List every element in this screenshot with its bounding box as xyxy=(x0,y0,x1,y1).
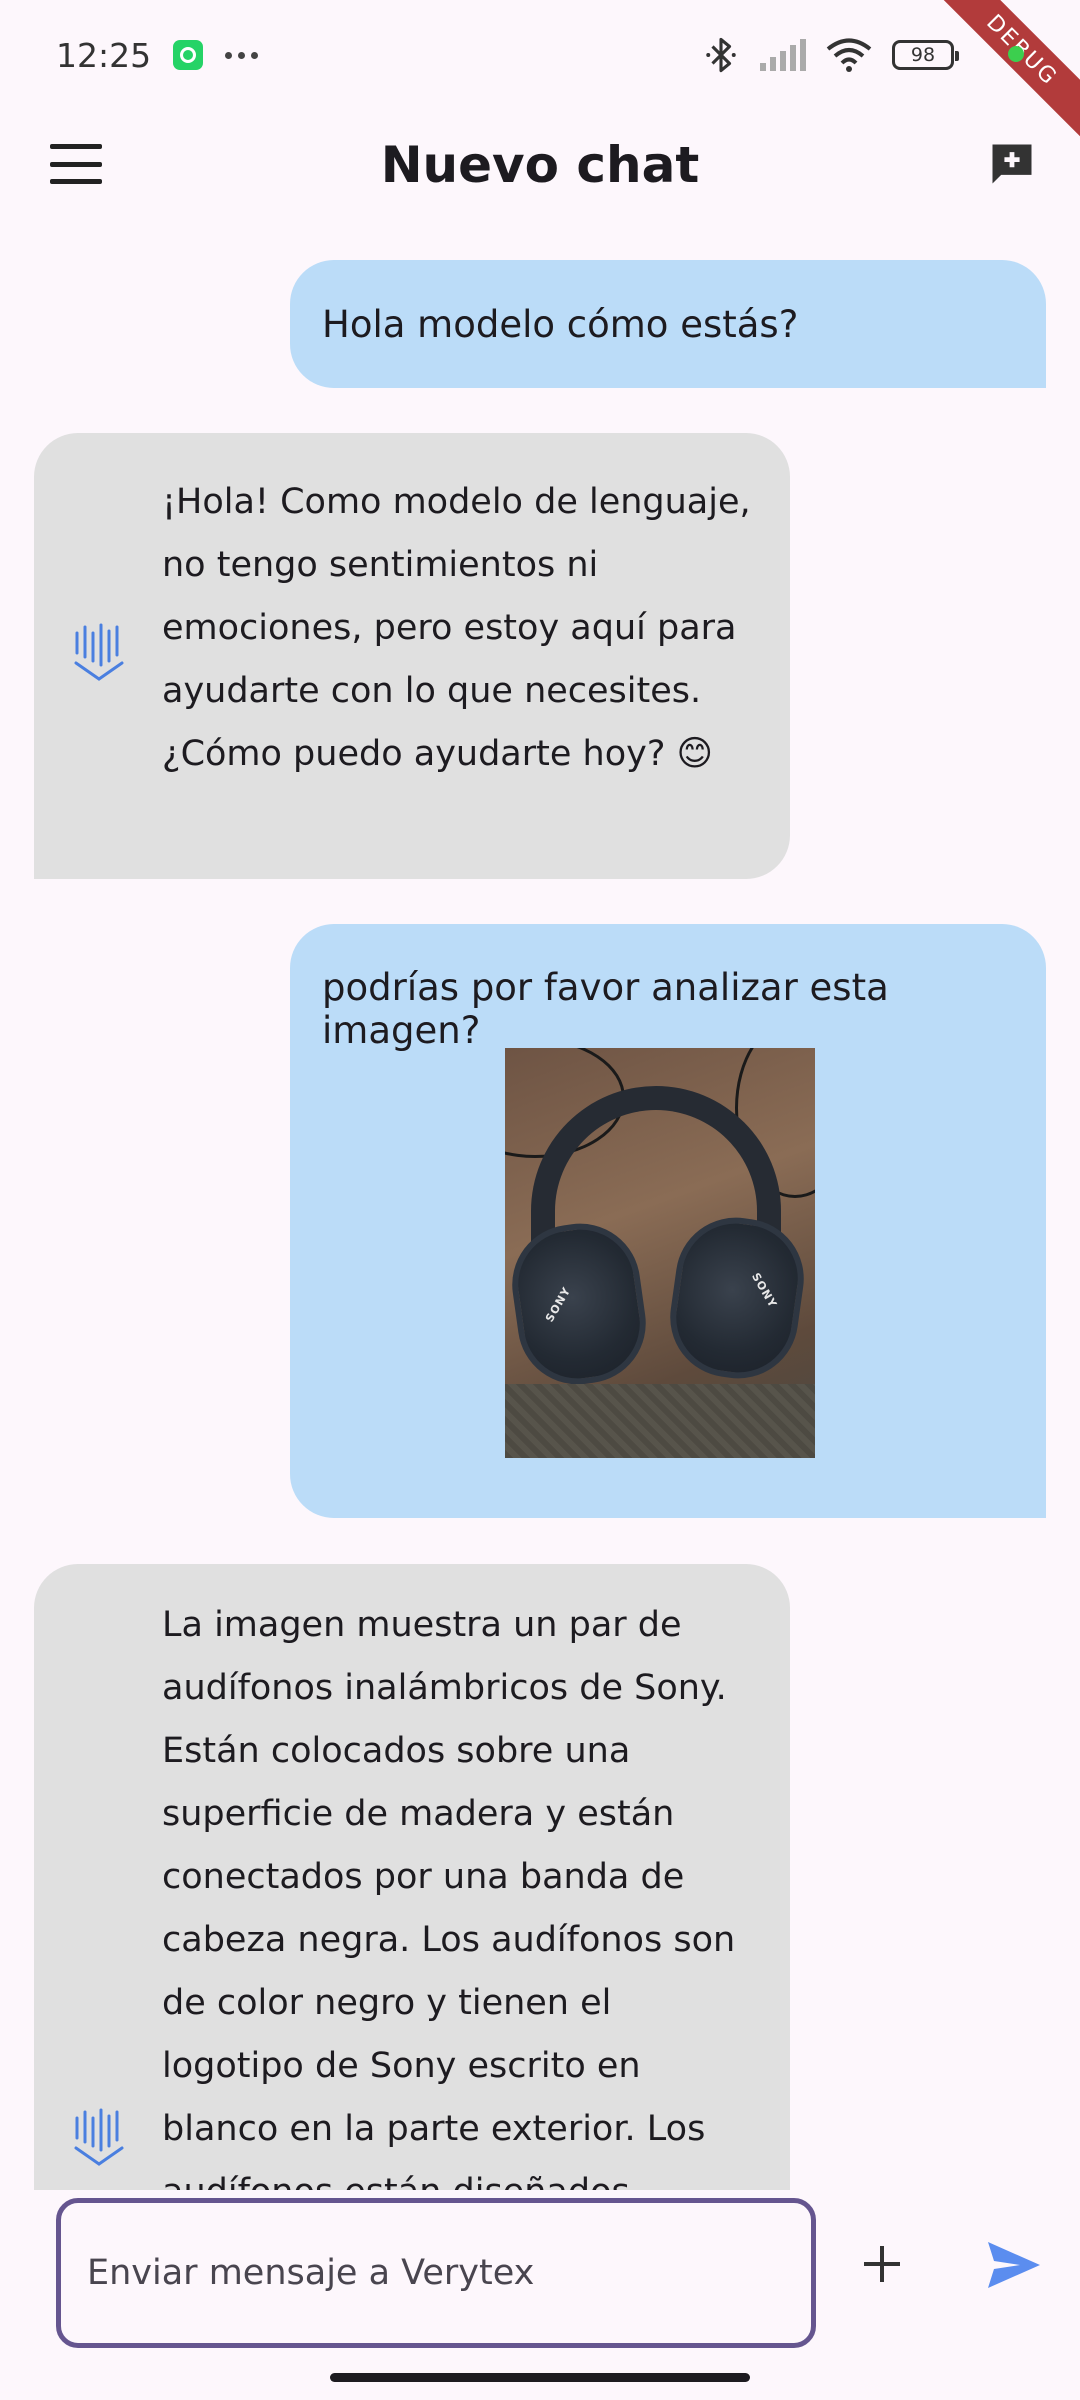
status-right: 98 xyxy=(704,36,959,74)
menu-icon-line xyxy=(50,144,102,149)
new-chat-icon xyxy=(992,144,1032,184)
menu-icon-line xyxy=(50,161,102,167)
user-message-bubble: Hola modelo cómo estás? xyxy=(290,260,1046,388)
send-icon xyxy=(988,2242,1040,2288)
send-button[interactable] xyxy=(986,2240,1042,2290)
menu-icon-line xyxy=(50,179,102,184)
new-chat-button[interactable] xyxy=(986,138,1038,194)
page-title: Nuevo chat xyxy=(380,136,700,194)
message-input[interactable] xyxy=(56,2198,816,2348)
whatsapp-notification-icon xyxy=(173,40,204,70)
add-attachment-button[interactable] xyxy=(860,2242,904,2286)
message-text: Hola modelo cómo estás? xyxy=(322,302,799,346)
status-left: 12:25 xyxy=(56,35,259,75)
chat-area[interactable]: Hola modelo cómo estás? ¡Hola! Como mode… xyxy=(0,220,1080,2190)
signal-icon xyxy=(760,39,806,71)
bluetooth-icon xyxy=(706,37,736,73)
status-bar: 12:25 98 xyxy=(0,0,1080,110)
assistant-message-bubble: La imagen muestra un par de audífonos in… xyxy=(34,1564,790,2190)
app-bar: Nuevo chat xyxy=(0,110,1080,220)
wifi-icon xyxy=(826,38,872,72)
image-fabric xyxy=(505,1384,815,1458)
attached-image[interactable]: SONY SONY xyxy=(505,1048,815,1458)
camera-indicator-dot xyxy=(1008,46,1024,62)
message-text: La imagen muestra un par de audífonos in… xyxy=(162,1605,736,2190)
assistant-logo-icon xyxy=(74,623,124,681)
home-indicator[interactable] xyxy=(330,2373,750,2382)
message-text: ¡Hola! Como modelo de lenguaje, no tengo… xyxy=(162,482,751,774)
menu-button[interactable] xyxy=(50,144,102,184)
more-notifications-icon xyxy=(225,51,259,59)
plus-icon xyxy=(864,2246,900,2282)
user-message-bubble: podrías por favor analizar esta imagen? … xyxy=(290,924,1046,1518)
message-text: podrías por favor analizar esta imagen? xyxy=(322,966,889,1052)
battery-icon: 98 xyxy=(892,40,959,70)
assistant-message-bubble: ¡Hola! Como modelo de lenguaje, no tengo… xyxy=(34,433,790,879)
status-time: 12:25 xyxy=(56,35,152,75)
composer-bar xyxy=(0,2190,1080,2350)
battery-level: 98 xyxy=(910,44,936,66)
assistant-logo-icon xyxy=(74,2108,124,2166)
